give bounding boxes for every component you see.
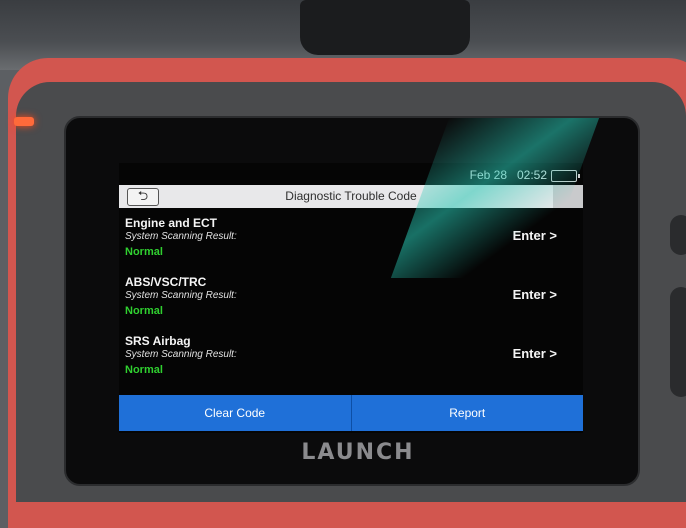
report-button[interactable]: Report — [350, 395, 584, 431]
scan-status: Normal — [125, 364, 163, 376]
menu-button[interactable] — [553, 185, 583, 208]
back-button[interactable]: ⮌ — [127, 188, 159, 206]
clear-code-button[interactable]: Clear Code — [119, 395, 351, 431]
scan-result-label: System Scanning Result: — [125, 290, 237, 301]
system-row-engine[interactable]: Engine and ECT System Scanning Result: N… — [125, 216, 577, 272]
enter-button[interactable]: Enter > — [513, 287, 557, 302]
screen-ui: Feb 28 02:52 ⮌ Diagnostic Trouble Code E… — [119, 163, 583, 433]
side-button[interactable] — [670, 215, 686, 255]
side-dial[interactable] — [670, 287, 686, 397]
bottom-action-bar: Clear Code Report — [119, 395, 583, 431]
back-arrow-icon: ⮌ — [137, 189, 149, 204]
page-title: Diagnostic Trouble Code — [285, 189, 417, 203]
enter-button[interactable]: Enter > — [513, 346, 557, 361]
scan-status: Normal — [125, 246, 163, 258]
system-name: ABS/VSC/TRC — [125, 275, 207, 289]
power-led-icon — [14, 117, 34, 126]
status-date: Feb 28 — [469, 168, 507, 182]
scan-status: Normal — [125, 305, 163, 317]
brand-logo: LAUNCH — [301, 440, 415, 465]
scan-result-label: System Scanning Result: — [125, 231, 237, 242]
status-time: 02:52 — [516, 168, 547, 182]
title-bar: ⮌ Diagnostic Trouble Code — [119, 185, 583, 208]
status-bar: Feb 28 02:52 — [119, 163, 583, 185]
system-name: SRS Airbag — [125, 334, 191, 348]
system-row-srs[interactable]: SRS Airbag System Scanning Result: Norma… — [125, 334, 577, 390]
system-name: Engine and ECT — [125, 216, 218, 230]
enter-button[interactable]: Enter > — [513, 228, 557, 243]
system-list: Engine and ECT System Scanning Result: N… — [119, 208, 583, 391]
obd-connector — [300, 0, 470, 55]
scan-result-label: System Scanning Result: — [125, 349, 237, 360]
system-row-abs[interactable]: ABS/VSC/TRC System Scanning Result: Norm… — [125, 275, 577, 331]
battery-icon — [551, 170, 580, 182]
